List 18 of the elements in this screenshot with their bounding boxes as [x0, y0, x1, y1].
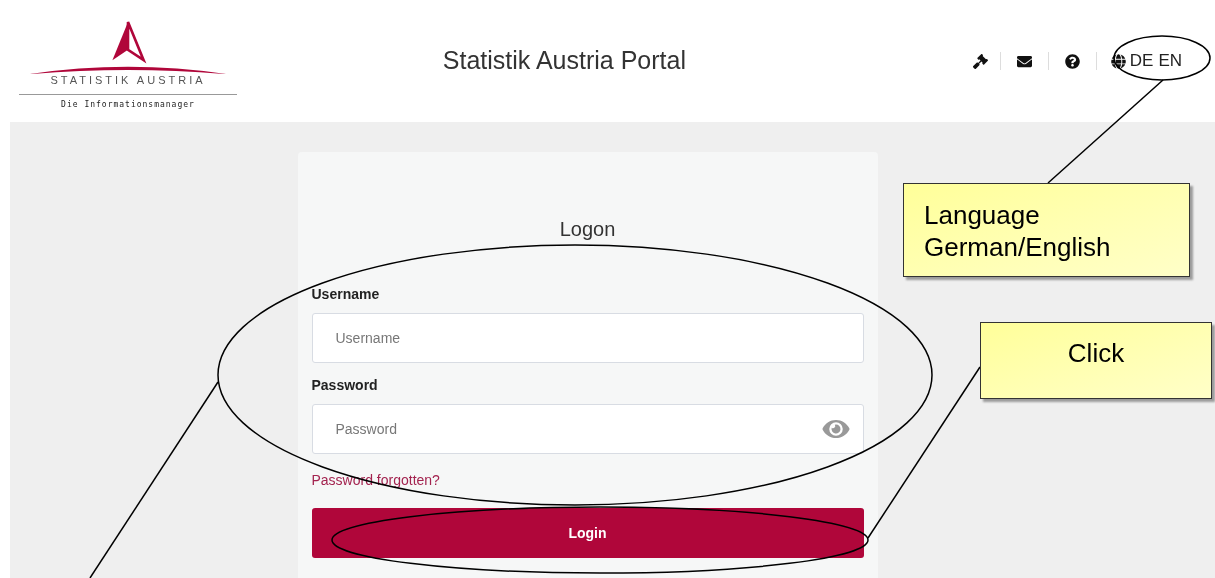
- callout-note: Language German/English: [903, 183, 1190, 277]
- portal-title: Statistik Austria Portal: [442, 45, 686, 77]
- login-button[interactable]: Login: [311, 508, 864, 558]
- field-label: Password: [311, 376, 379, 395]
- logo-tagline: Die Informationsmanager: [61, 99, 195, 111]
- field-label: Username: [311, 285, 381, 304]
- language-link[interactable]: EN: [1158, 48, 1182, 74]
- mail-icon[interactable]: [1016, 53, 1032, 69]
- password-field[interactable]: Password: [311, 404, 864, 454]
- help-icon[interactable]: [1064, 53, 1080, 69]
- language-link[interactable]: DE: [1129, 48, 1154, 74]
- callout-note: Click: [980, 322, 1212, 399]
- gavel-icon[interactable]: [972, 53, 988, 69]
- globe-icon[interactable]: [1110, 53, 1126, 69]
- logo-name: STATISTIK AUSTRIA: [50, 75, 206, 86]
- forgot-password-link[interactable]: Password forgotten?: [311, 472, 440, 488]
- username-field[interactable]: Username: [311, 313, 864, 363]
- logon-title: Logon: [559, 217, 616, 242]
